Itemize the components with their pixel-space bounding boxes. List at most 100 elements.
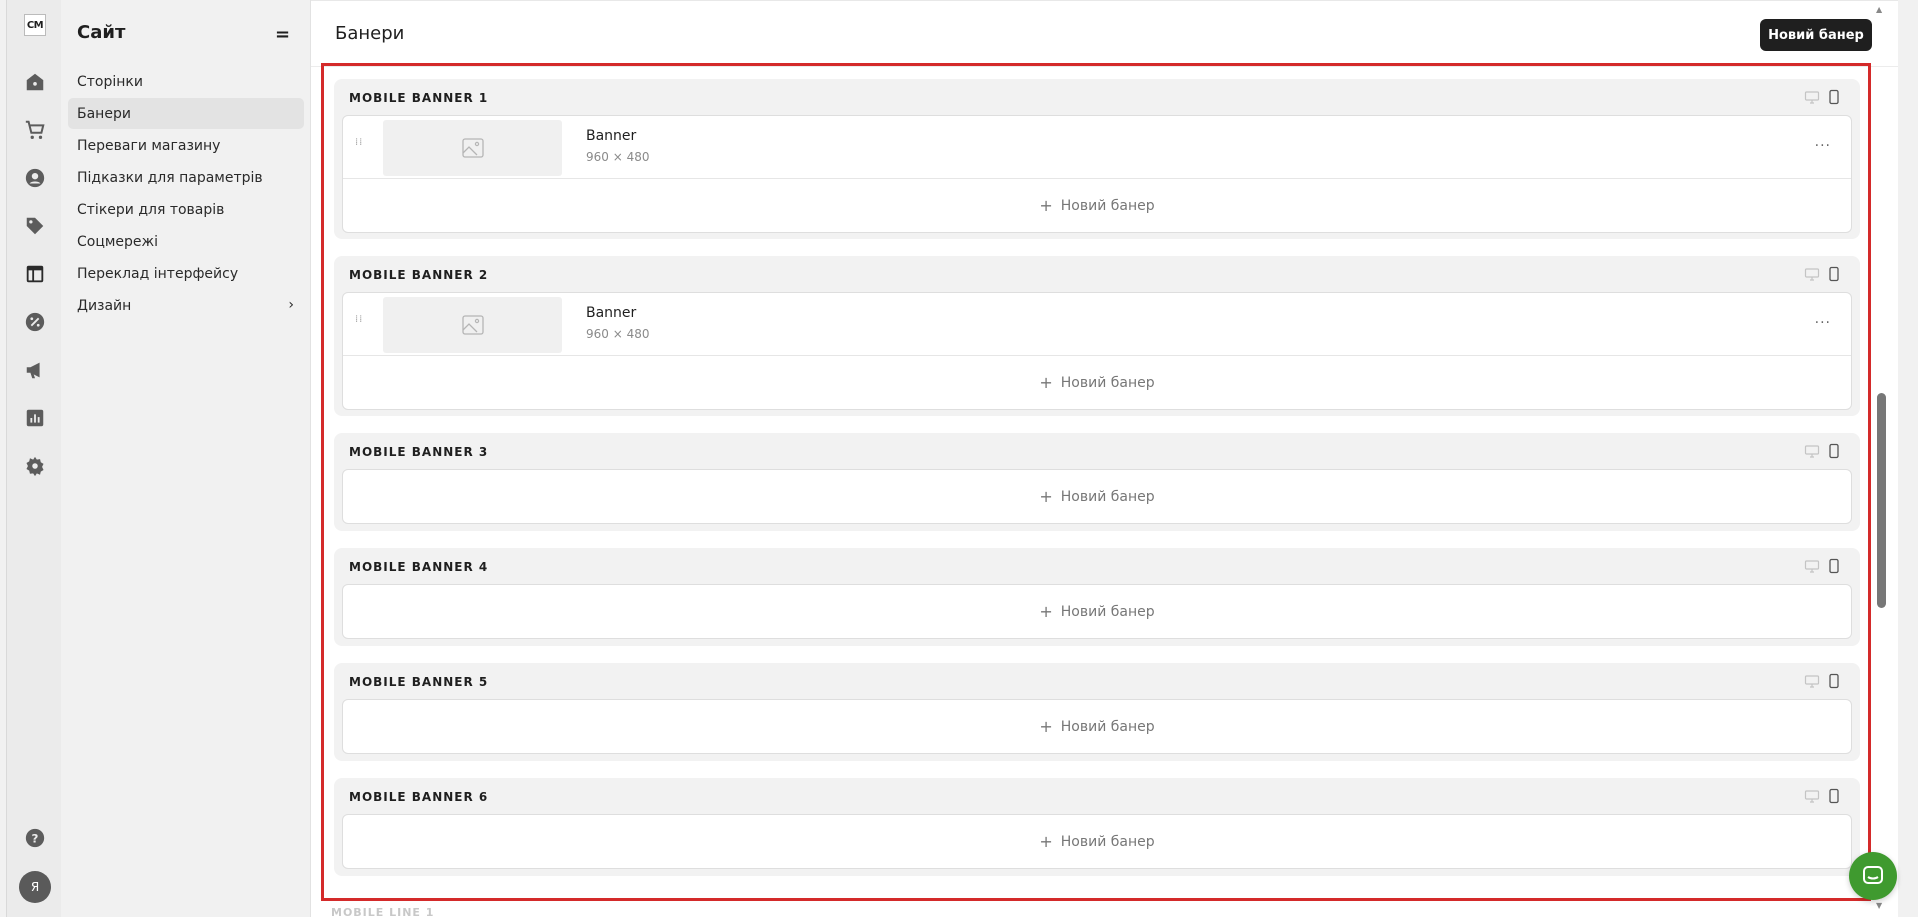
mobile-icon[interactable] <box>1826 89 1842 105</box>
plus-icon: + <box>1039 373 1053 392</box>
app-window: CM ? Я Сайт = Сторінки Банери Переваги м… <box>0 0 1918 917</box>
banner-size: 960 × 480 <box>586 150 650 164</box>
add-banner-label: Новий банер <box>1060 603 1155 620</box>
tag-icon[interactable] <box>21 212 48 239</box>
add-banner-label: Новий банер <box>1060 833 1155 850</box>
banner-group: MOBILE BANNER 6 + Новий банер <box>334 778 1860 876</box>
plus-icon: + <box>1039 717 1053 736</box>
scrollbar-thumb[interactable] <box>1877 393 1886 608</box>
banner-card: + Новий банер <box>342 699 1852 754</box>
logo[interactable]: CM <box>24 14 46 36</box>
image-placeholder-icon <box>461 138 484 158</box>
avatar[interactable]: Я <box>19 871 51 903</box>
page-title: Банери <box>335 23 405 44</box>
megaphone-icon[interactable] <box>21 356 48 383</box>
mobile-icon[interactable] <box>1826 443 1842 459</box>
group-title: MOBILE BANNER 1 <box>349 91 489 105</box>
settings-icon[interactable] <box>21 452 48 479</box>
add-banner-button[interactable]: + Новий банер <box>343 179 1851 232</box>
nav-item-label: Дизайн <box>77 297 132 314</box>
layout-icon[interactable] <box>21 260 48 287</box>
nav-item-label: Стікери для товарів <box>77 201 225 218</box>
banner-card: + Новий банер <box>342 584 1852 639</box>
add-banner-button[interactable]: + Новий банер <box>343 356 1851 409</box>
banner-group: MOBILE BANNER 2 ⁞⁞ Banner 960 × 480 ··· … <box>334 256 1860 416</box>
nav-item-label: Сторінки <box>77 73 143 90</box>
nav-item-social-networks[interactable]: Соцмережі <box>68 226 304 257</box>
analytics-icon[interactable] <box>21 404 48 431</box>
nav-item-design[interactable]: Дизайн › <box>68 290 304 321</box>
more-options-icon[interactable]: ··· <box>1815 138 1831 154</box>
banner-name: Banner <box>586 305 637 321</box>
add-banner-button[interactable]: + Новий банер <box>343 470 1851 523</box>
cart-icon[interactable] <box>21 116 48 143</box>
help-icon[interactable]: ? <box>21 824 48 851</box>
nav-title: Сайт <box>77 22 126 43</box>
mobile-icon[interactable] <box>1826 558 1842 574</box>
nav-item-parameter-hints[interactable]: Підказки для параметрів <box>68 162 304 193</box>
discount-icon[interactable] <box>21 308 48 335</box>
new-banner-button[interactable]: Новий банер <box>1760 19 1872 51</box>
mobile-icon[interactable] <box>1826 266 1842 282</box>
banner-card: + Новий банер <box>342 469 1852 524</box>
drag-handle-icon[interactable]: ⁞⁞ <box>355 315 363 325</box>
nav-item-interface-translation[interactable]: Переклад інтерфейсу <box>68 258 304 289</box>
user-icon[interactable] <box>21 164 48 191</box>
banner-card: ⁞⁞ Banner 960 × 480 ··· + Новий банер <box>342 292 1852 410</box>
banner-group: MOBILE BANNER 1 ⁞⁞ Banner 960 × 480 ··· … <box>334 79 1860 239</box>
banner-name: Banner <box>586 128 637 144</box>
nav-item-label: Переваги магазину <box>77 137 221 154</box>
desktop-icon[interactable] <box>1804 443 1820 459</box>
svg-text:?: ? <box>31 831 38 845</box>
nav-item-label: Переклад інтерфейсу <box>77 265 239 282</box>
banner-group: MOBILE BANNER 3 + Новий банер <box>334 433 1860 531</box>
more-options-icon[interactable]: ··· <box>1815 315 1831 331</box>
mobile-icon[interactable] <box>1826 788 1842 804</box>
next-group-title: MOBILE LINE 1 <box>331 906 435 917</box>
page-header: Банери Новий банер <box>311 1 1898 67</box>
nav-item-banners[interactable]: Банери <box>68 98 304 129</box>
section-nav: Сайт = Сторінки Банери Переваги магазину… <box>61 0 311 917</box>
nav-item-label: Соцмережі <box>77 233 159 250</box>
image-placeholder-icon <box>461 315 484 335</box>
desktop-icon[interactable] <box>1804 558 1820 574</box>
banner-group: MOBILE BANNER 4 + Новий банер <box>334 548 1860 646</box>
banner-row[interactable]: ⁞⁞ Banner 960 × 480 ··· <box>343 116 1851 179</box>
chat-button[interactable] <box>1849 852 1897 900</box>
add-banner-label: Новий банер <box>1060 374 1155 391</box>
group-title: MOBILE BANNER 4 <box>349 560 489 574</box>
nav-list: Сторінки Банери Переваги магазину Підказ… <box>68 66 304 322</box>
scroll-up-icon[interactable]: ▲ <box>1876 5 1882 14</box>
desktop-icon[interactable] <box>1804 673 1820 689</box>
banner-card: ⁞⁞ Banner 960 × 480 ··· + Новий банер <box>342 115 1852 233</box>
add-banner-button[interactable]: + Новий банер <box>343 585 1851 638</box>
banner-thumbnail[interactable] <box>383 297 562 353</box>
nav-item-pages[interactable]: Сторінки <box>68 66 304 97</box>
plus-icon: + <box>1039 602 1053 621</box>
home-icon[interactable] <box>21 68 48 95</box>
add-banner-label: Новий банер <box>1060 197 1155 214</box>
drag-handle-icon[interactable]: ⁞⁞ <box>355 138 363 148</box>
banner-card: + Новий банер <box>342 814 1852 869</box>
add-banner-button[interactable]: + Новий банер <box>343 700 1851 753</box>
group-title: MOBILE BANNER 6 <box>349 790 489 804</box>
nav-item-store-advantages[interactable]: Переваги магазину <box>68 130 304 161</box>
scroll-down-icon[interactable]: ▼ <box>1876 901 1882 910</box>
group-title: MOBILE BANNER 2 <box>349 268 489 282</box>
plus-icon: + <box>1039 832 1053 851</box>
nav-item-label: Підказки для параметрів <box>77 169 263 186</box>
mobile-icon[interactable] <box>1826 673 1842 689</box>
banners-list: MOBILE BANNER 1 ⁞⁞ Banner 960 × 480 ··· … <box>321 63 1871 901</box>
desktop-icon[interactable] <box>1804 788 1820 804</box>
banner-thumbnail[interactable] <box>383 120 562 176</box>
collapse-nav-button[interactable]: = <box>275 24 290 45</box>
desktop-icon[interactable] <box>1804 266 1820 282</box>
desktop-icon[interactable] <box>1804 89 1820 105</box>
add-banner-button[interactable]: + Новий банер <box>343 815 1851 868</box>
banner-row[interactable]: ⁞⁞ Banner 960 × 480 ··· <box>343 293 1851 356</box>
banner-size: 960 × 480 <box>586 327 650 341</box>
plus-icon: + <box>1039 487 1053 506</box>
nav-item-product-stickers[interactable]: Стікери для товарів <box>68 194 304 225</box>
scrollbar[interactable]: ▲ ▼ <box>1876 5 1886 910</box>
add-banner-label: Новий банер <box>1060 718 1155 735</box>
